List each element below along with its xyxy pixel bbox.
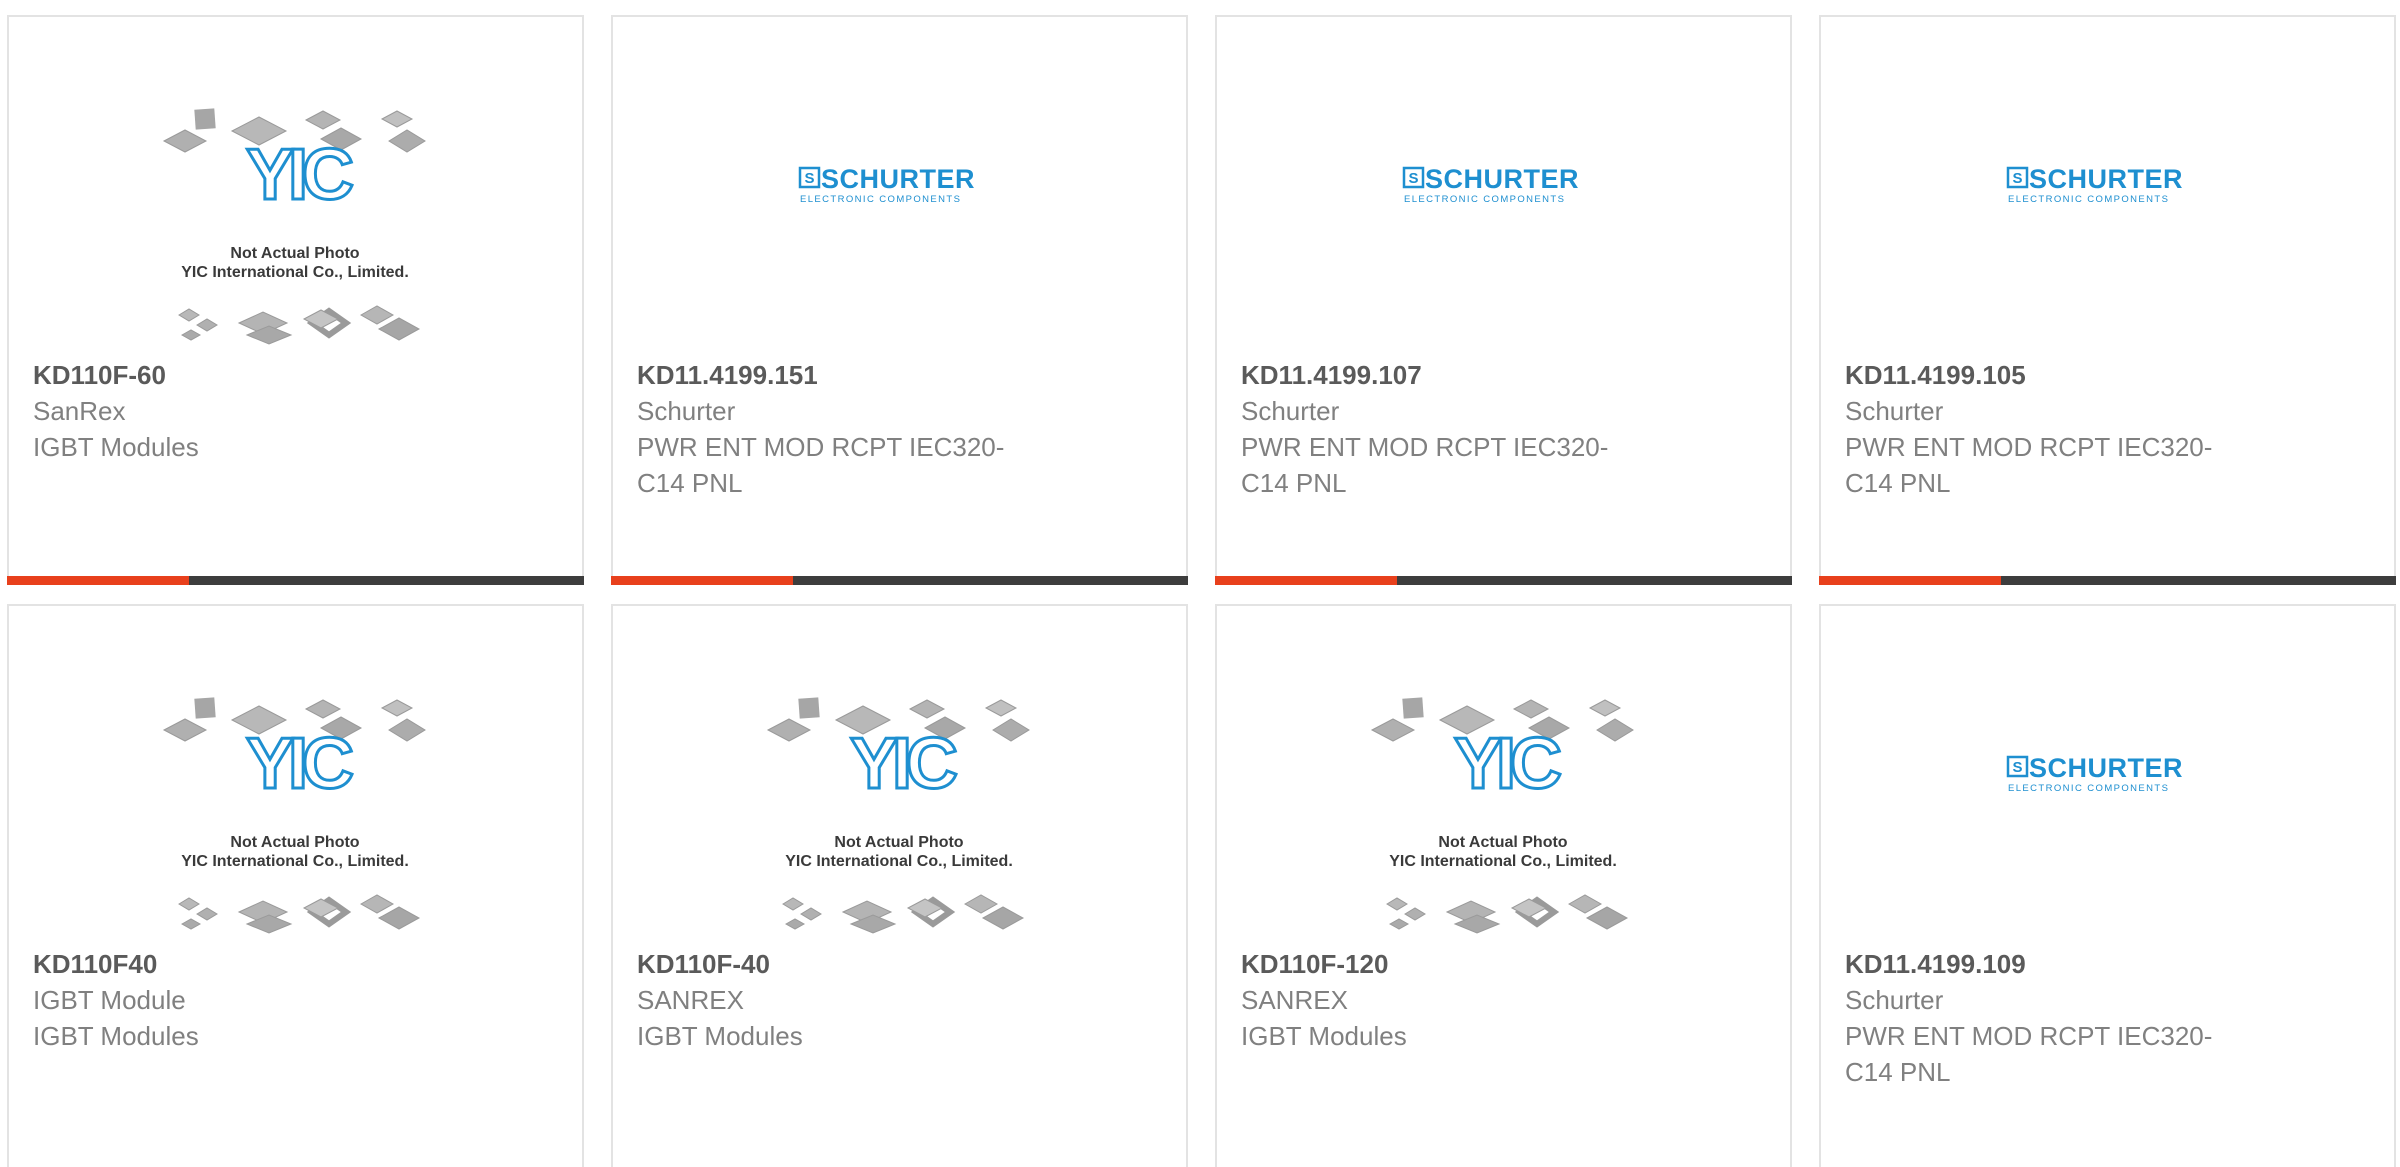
manufacturer: SANREX <box>1241 985 1348 1015</box>
part-number[interactable]: KD110F-60 <box>33 357 473 393</box>
product-image[interactable]: S SCHURTER ELECTRONIC COMPONENTS <box>1821 17 2394 347</box>
schurter-brand-text: SCHURTER <box>1425 164 1579 194</box>
schurter-logo: S SCHURTERELECTRONIC COMPONENTS <box>2006 753 2183 794</box>
product-card[interactable]: YIC Not Actual Photo YIC International Co.… <box>7 604 584 1167</box>
schurter-tagline: ELECTRONIC COMPONENTS <box>1404 194 1565 205</box>
yic-logo: YIC <box>1454 724 1561 804</box>
placeholder-caption: Not Actual Photo <box>1438 834 1567 851</box>
description: IGBT Modules <box>33 1021 199 1051</box>
not-actual-photo-placeholder: YIC Not Actual Photo YIC International Co.… <box>162 108 426 345</box>
yic-logo: YIC <box>850 724 957 804</box>
card-accent-bar <box>7 576 584 585</box>
card-accent-bar <box>1215 576 1792 585</box>
schurter-logo: S SCHURTERELECTRONIC COMPONENTS <box>1402 164 1579 205</box>
part-number[interactable]: KD11.4199.109 <box>1845 946 2285 982</box>
svg-text:S: S <box>2012 170 2022 187</box>
product-info: KD110F-120 SANREX IGBT Modules <box>1241 946 1681 1054</box>
description: IGBT Modules <box>33 432 199 462</box>
manufacturer: SanRex <box>33 396 126 426</box>
schurter-tagline: ELECTRONIC COMPONENTS <box>2008 783 2169 794</box>
card-accent-bar <box>611 576 1188 585</box>
description: IGBT Modules <box>637 1021 803 1051</box>
product-card[interactable]: S SCHURTER ELECTRONIC COMPONENTS KD11.4199… <box>1819 15 2396 585</box>
part-number[interactable]: KD110F-40 <box>637 946 1077 982</box>
part-number[interactable]: KD11.4199.151 <box>637 357 1077 393</box>
placeholder-company: YIC International Co., Limited. <box>785 853 1013 870</box>
description-continued: C14 PNL <box>1845 1057 1951 1087</box>
description: PWR ENT MOD RCPT IEC320- <box>1845 1021 2213 1051</box>
product-card[interactable]: YIC Not Actual Photo YIC International Co.… <box>1215 604 1792 1167</box>
card-accent-bar <box>1819 576 2396 585</box>
product-info: KD11.4199.151 Schurter PWR ENT MOD RCPT … <box>637 357 1077 501</box>
svg-text:S: S <box>1408 170 1418 187</box>
placeholder-caption: Not Actual Photo <box>834 834 963 851</box>
manufacturer: IGBT Module <box>33 985 186 1015</box>
yic-logo: YIC <box>246 135 353 215</box>
placeholder-company: YIC International Co., Limited. <box>181 264 409 281</box>
schurter-brand-text: SCHURTER <box>2029 164 2183 194</box>
part-number[interactable]: KD11.4199.107 <box>1241 357 1681 393</box>
manufacturer: Schurter <box>1845 396 1944 426</box>
placeholder-caption: Not Actual Photo <box>230 245 359 262</box>
product-card[interactable]: YIC Not Actual Photo YIC International Co.… <box>611 604 1188 1167</box>
placeholder-company: YIC International Co., Limited. <box>181 853 409 870</box>
not-actual-photo-placeholder: YIC Not Actual Photo YIC International Co.… <box>162 697 426 934</box>
schurter-brand-text: SCHURTER <box>2029 753 2183 783</box>
description: PWR ENT MOD RCPT IEC320- <box>1241 432 1609 462</box>
manufacturer: Schurter <box>1845 985 1944 1015</box>
product-grid: YIC Not Actual Photo YIC International Co.… <box>0 0 2400 1167</box>
product-image[interactable]: YIC Not Actual Photo YIC International Co.… <box>1217 606 1790 936</box>
product-image[interactable]: YIC Not Actual Photo YIC International Co.… <box>9 17 582 347</box>
description: IGBT Modules <box>1241 1021 1407 1051</box>
svg-text:S: S <box>804 170 814 187</box>
placeholder-company: YIC International Co., Limited. <box>1389 853 1617 870</box>
part-number[interactable]: KD110F-120 <box>1241 946 1681 982</box>
schurter-brand-text: SCHURTER <box>821 164 975 194</box>
product-info: KD110F40 IGBT Module IGBT Modules <box>33 946 473 1054</box>
product-info: KD11.4199.109 Schurter PWR ENT MOD RCPT … <box>1845 946 2285 1090</box>
product-image[interactable]: S SCHURTER ELECTRONIC COMPONENTS <box>1821 606 2394 936</box>
product-info: KD11.4199.107 Schurter PWR ENT MOD RCPT … <box>1241 357 1681 501</box>
description-continued: C14 PNL <box>637 468 743 498</box>
product-card[interactable]: S SCHURTER ELECTRONIC COMPONENTS KD11.4199… <box>611 15 1188 585</box>
part-number[interactable]: KD11.4199.105 <box>1845 357 2285 393</box>
schurter-logo: S SCHURTERELECTRONIC COMPONENTS <box>798 164 975 205</box>
svg-text:S: S <box>2012 759 2022 776</box>
product-info: KD110F-60 SanRex IGBT Modules <box>33 357 473 465</box>
product-card[interactable]: YIC Not Actual Photo YIC International Co.… <box>7 15 584 585</box>
description-continued: C14 PNL <box>1241 468 1347 498</box>
manufacturer: Schurter <box>637 396 736 426</box>
product-card[interactable]: S SCHURTER ELECTRONIC COMPONENTS KD11.4199… <box>1215 15 1792 585</box>
product-info: KD110F-40 SANREX IGBT Modules <box>637 946 1077 1054</box>
not-actual-photo-placeholder: YIC Not Actual Photo YIC International Co.… <box>766 697 1030 934</box>
product-image[interactable]: S SCHURTER ELECTRONIC COMPONENTS <box>1217 17 1790 347</box>
schurter-logo: S SCHURTERELECTRONIC COMPONENTS <box>2006 164 2183 205</box>
product-image[interactable]: S SCHURTER ELECTRONIC COMPONENTS <box>613 17 1186 347</box>
schurter-tagline: ELECTRONIC COMPONENTS <box>800 194 961 205</box>
yic-logo: YIC <box>246 724 353 804</box>
product-card[interactable]: S SCHURTER ELECTRONIC COMPONENTS KD11.4199… <box>1819 604 2396 1167</box>
manufacturer: Schurter <box>1241 396 1340 426</box>
placeholder-caption: Not Actual Photo <box>230 834 359 851</box>
schurter-tagline: ELECTRONIC COMPONENTS <box>2008 194 2169 205</box>
description-continued: C14 PNL <box>1845 468 1951 498</box>
description: PWR ENT MOD RCPT IEC320- <box>1845 432 2213 462</box>
product-image[interactable]: YIC Not Actual Photo YIC International Co.… <box>9 606 582 936</box>
product-image[interactable]: YIC Not Actual Photo YIC International Co.… <box>613 606 1186 936</box>
part-number[interactable]: KD110F40 <box>33 946 473 982</box>
description: PWR ENT MOD RCPT IEC320- <box>637 432 1005 462</box>
not-actual-photo-placeholder: YIC Not Actual Photo YIC International Co.… <box>1370 697 1634 934</box>
manufacturer: SANREX <box>637 985 744 1015</box>
product-info: KD11.4199.105 Schurter PWR ENT MOD RCPT … <box>1845 357 2285 501</box>
